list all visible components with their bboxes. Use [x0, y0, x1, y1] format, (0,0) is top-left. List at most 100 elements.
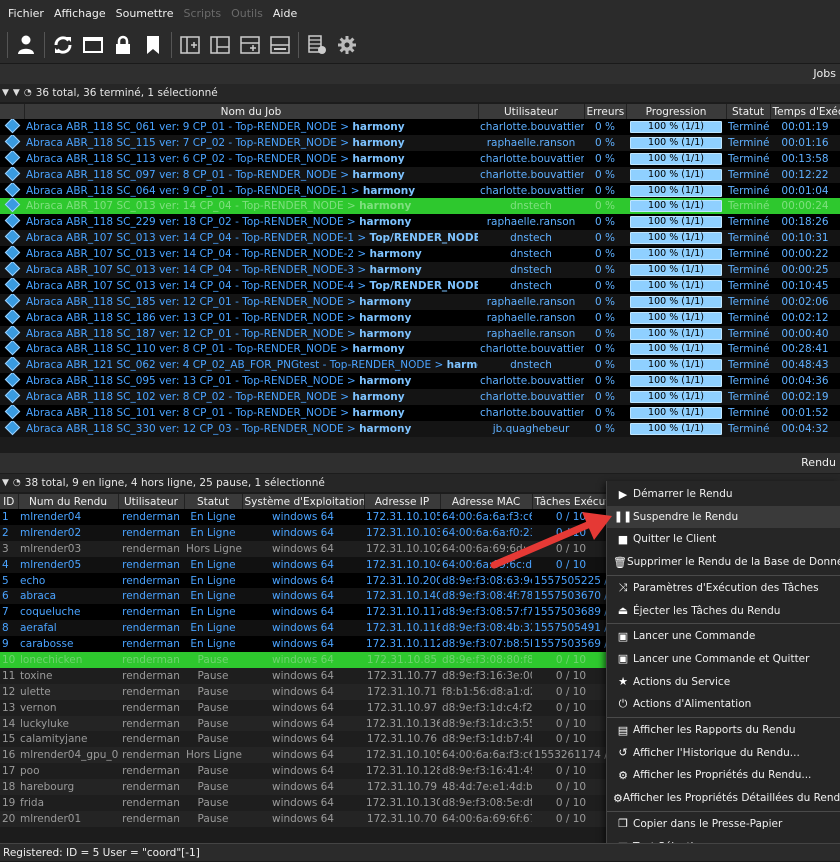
col-header[interactable]: Num du Rendu — [18, 494, 119, 509]
gear-icon[interactable] — [332, 30, 362, 60]
history-icon: ↺ — [618, 746, 628, 760]
render-os: windows 64 — [242, 556, 364, 573]
menu-aide[interactable]: Aide — [269, 7, 301, 20]
job-status: Terminé — [726, 405, 770, 421]
context-menu-item[interactable]: ▣ Lancer une Commande — [607, 625, 840, 647]
context-menu-item[interactable]: ⏻ Actions d'Alimentation — [607, 693, 840, 715]
context-menu-item[interactable]: ⚙ Afficher les Propriétés du Rendu... — [607, 764, 840, 786]
progress-bar: 100 % (1/1) — [630, 359, 722, 372]
job-row[interactable]: Abraca ABR_118 SC_110 ver: 8 CP_01 - Top… — [0, 341, 840, 358]
col-header[interactable]: ID — [0, 494, 19, 509]
grid-settings-icon[interactable] — [302, 30, 332, 60]
jobs-table: Nom du Job Utilisateur Erreurs Progression S… — [0, 104, 840, 437]
menu-soumettre[interactable]: Soumettre — [112, 7, 178, 20]
job-row[interactable]: Abraca ABR_118 SC_064 ver: 9 CP_01 - Top… — [0, 182, 840, 199]
job-row[interactable]: Abraca ABR_107 SC_013 ver: 14 CP_04 - To… — [0, 246, 840, 263]
job-row[interactable]: Abraca ABR_118 SC_061 ver: 9 CP_01 - Top… — [0, 119, 840, 135]
context-menu-label: Actions du Service — [633, 675, 731, 688]
job-status-icon — [0, 134, 24, 151]
star-icon: ★ — [618, 675, 628, 689]
menu-fichier[interactable]: Fichier — [4, 7, 48, 20]
job-row[interactable]: Abraca ABR_107 SC_013 ver: 14 CP_04 - To… — [0, 277, 840, 294]
context-menu-item[interactable]: ★ Actions du Service — [607, 671, 840, 693]
job-errors: 0 % — [584, 214, 626, 231]
col-header[interactable]: Utilisateur — [118, 494, 185, 509]
col-header[interactable]: Statut — [726, 104, 771, 119]
col-header[interactable]: Statut — [184, 494, 243, 509]
job-row[interactable]: Abraca ABR_118 SC_102 ver: 8 CP_02 - Top… — [0, 389, 840, 406]
context-menu-label: Afficher l'Historique du Rendu... — [633, 746, 800, 759]
context-menu-item[interactable]: ▤ Afficher les Rapports du Rendu — [607, 719, 840, 741]
job-errors: 0 % — [584, 198, 626, 215]
job-user: charlotte.bouvattier — [478, 166, 584, 183]
job-progress: 100 % (1/1) — [626, 309, 726, 326]
render-ip: 172.31.10.200 — [364, 572, 440, 589]
context-menu-item[interactable]: ❐ Copier dans le Presse-Papier — [607, 813, 840, 835]
render-id: 11 — [0, 667, 18, 684]
job-row[interactable]: Abraca ABR_121 SC_062 ver: 4 CP_02_AB_FO… — [0, 357, 840, 374]
render-os: windows 64 — [242, 509, 364, 525]
progress-bar: 100 % (1/1) — [630, 406, 722, 419]
col-header[interactable]: Système d'Exploitation — [242, 494, 365, 509]
progress-bar: 100 % (1/1) — [630, 311, 722, 324]
context-menu-item[interactable]: ⏏ Éjecter les Tâches du Rendu — [607, 600, 840, 622]
diamond-icon — [4, 277, 20, 293]
collapse-icon[interactable]: ▼ — [2, 88, 9, 98]
job-name-node: harmony — [352, 152, 405, 165]
render-name: mlrender02 — [18, 524, 118, 541]
render-ip: 172.31.10.102 — [364, 540, 440, 557]
layout-split-icon[interactable] — [205, 30, 235, 60]
job-row[interactable]: Abraca ABR_118 SC_185 ver: 12 CP_01 - To… — [0, 293, 840, 310]
terminal-icon: ▣ — [617, 629, 629, 643]
gear-detail-icon: ⚙ — [613, 791, 623, 805]
render-os: windows 64 — [242, 763, 364, 780]
col-header[interactable]: Progression — [626, 104, 727, 119]
col-header[interactable]: Tâches Exécut — [532, 494, 611, 509]
menu-affichage[interactable]: Affichage — [50, 7, 110, 20]
window-icon[interactable] — [78, 30, 108, 60]
filter-icon[interactable]: ▼ — [13, 88, 20, 98]
context-menu-item[interactable]: ❚❚ Suspendre le Rendu — [607, 505, 840, 528]
job-row[interactable]: Abraca ABR_118 SC_330 ver: 12 CP_03 - To… — [0, 420, 840, 437]
col-header[interactable]: Erreurs — [584, 104, 627, 119]
col-header[interactable]: Adresse MAC — [440, 494, 533, 509]
lock-icon[interactable] — [108, 30, 138, 60]
job-status: Terminé — [726, 373, 770, 390]
bookmark-icon[interactable] — [138, 30, 168, 60]
context-menu-item[interactable]: ▶ Démarrer le Rendu — [607, 483, 840, 505]
col-header[interactable]: Nom du Job — [24, 104, 479, 119]
layout-add-icon[interactable] — [175, 30, 205, 60]
render-id: 15 — [0, 731, 18, 748]
job-row[interactable]: Abraca ABR_118 SC_115 ver: 7 CP_02 - Top… — [0, 134, 840, 151]
job-row[interactable]: Abraca ABR_118 SC_229 ver: 18 CP_02 - To… — [0, 214, 840, 231]
job-row[interactable]: Abraca ABR_118 SC_113 ver: 6 CP_02 - Top… — [0, 150, 840, 167]
context-menu-label: Lancer une Commande et Quitter — [633, 652, 810, 665]
job-row[interactable]: Abraca ABR_118 SC_097 ver: 8 CP_01 - Top… — [0, 166, 840, 183]
context-menu-item[interactable]: ⤨ Paramètres d'Exécution des Tâches — [607, 577, 840, 599]
context-menu-item[interactable]: 🗑 Supprimer le Rendu de la Base de Donnée… — [607, 551, 840, 573]
job-row[interactable]: Abraca ABR_107 SC_013 ver: 14 CP_04 - To… — [0, 262, 840, 278]
context-menu-item[interactable]: ▣ Lancer une Commande et Quitter — [607, 648, 840, 670]
job-row[interactable]: Abraca ABR_107 SC_013 ver: 14 CP_04 - To… — [0, 198, 840, 215]
context-menu-item[interactable]: ⚙ Afficher les Propriétés Détaillées du R… — [607, 787, 840, 809]
job-user: jb.quaghebeur — [478, 420, 584, 437]
collapse-icon[interactable]: ▼ — [2, 478, 9, 488]
col-header[interactable]: Temps d'Exéc — [770, 104, 840, 119]
job-row[interactable]: Abraca ABR_118 SC_095 ver: 13 CP_01 - To… — [0, 373, 840, 390]
col-header[interactable]: Adresse IP — [364, 494, 441, 509]
job-name: Abraca ABR_118 SC_061 ver: 9 CP_01 - Top… — [24, 119, 478, 135]
context-menu-item[interactable]: ↺ Afficher l'Historique du Rendu... — [607, 742, 840, 764]
job-time: 00:01:52 — [770, 405, 840, 421]
job-user: raphaelle.ranson — [478, 309, 584, 326]
refresh-icon[interactable] — [48, 30, 78, 60]
context-menu-item[interactable]: ■ Quitter le Client — [607, 528, 840, 550]
layout-horizontal-icon[interactable] — [265, 30, 295, 60]
user-icon[interactable] — [11, 30, 41, 60]
job-row[interactable]: Abraca ABR_118 SC_186 ver: 13 CP_01 - To… — [0, 309, 840, 326]
col-header[interactable]: Utilisateur — [478, 104, 585, 119]
job-row[interactable]: Abraca ABR_118 SC_187 ver: 12 CP_01 - To… — [0, 325, 840, 342]
layout-add2-icon[interactable] — [235, 30, 265, 60]
job-row[interactable]: Abraca ABR_118 SC_101 ver: 8 CP_01 - Top… — [0, 405, 840, 421]
render-status: Pause — [184, 795, 242, 811]
job-row[interactable]: Abraca ABR_107 SC_013 ver: 14 CP_04 - To… — [0, 230, 840, 247]
